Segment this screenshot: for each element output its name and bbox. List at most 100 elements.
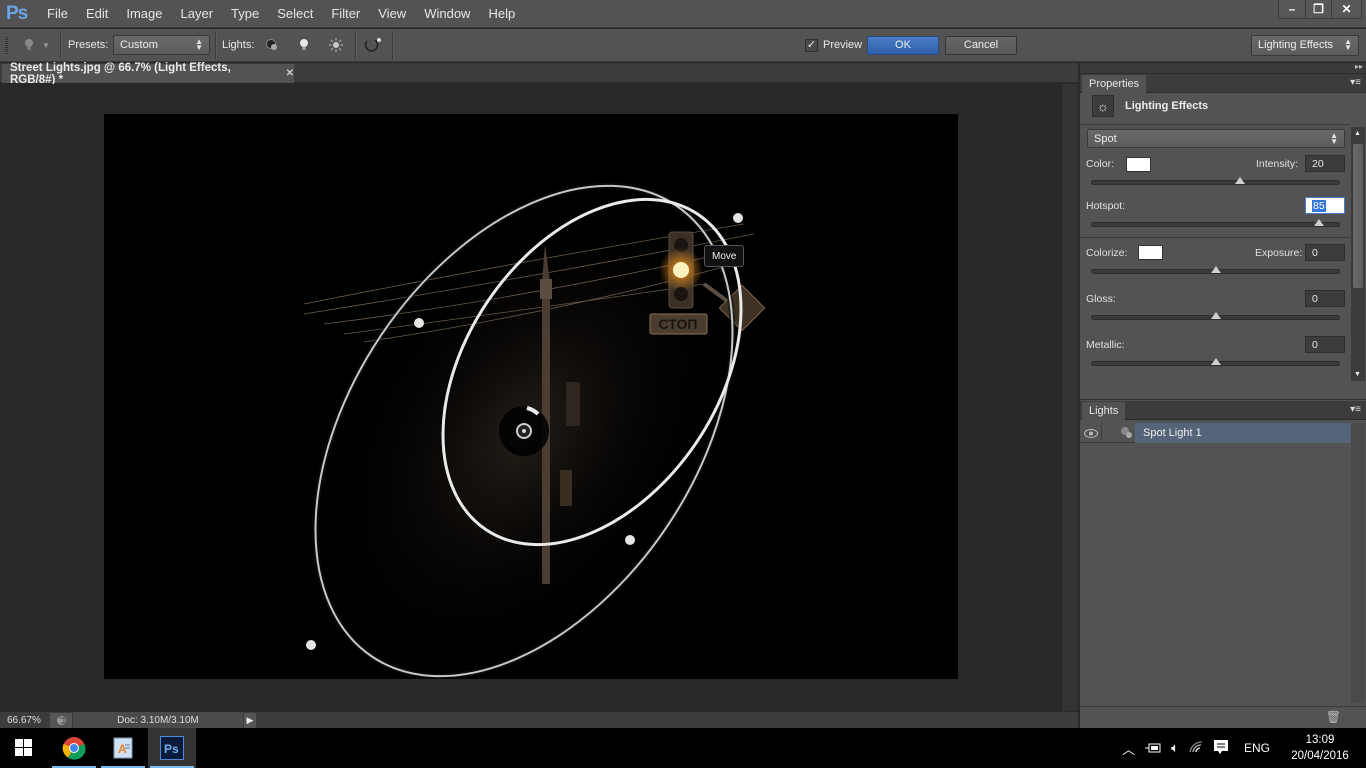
infinite-light-icon[interactable] [325, 34, 347, 56]
divider [392, 31, 393, 59]
hotspot-field[interactable]: 85 [1305, 197, 1345, 214]
system-tray: ︿ 🔈︎ ENG 13:09 20/04/2016 [1117, 728, 1366, 768]
canvas-scrollbar[interactable] [1062, 84, 1078, 711]
light-list-item[interactable]: Spot Light 1 [1080, 423, 1351, 443]
menu-filter[interactable]: Filter [322, 0, 369, 28]
close-button[interactable]: ✕ [1331, 0, 1361, 18]
show-hidden-icons-icon[interactable]: ︿ [1122, 739, 1135, 758]
wifi-icon[interactable] [1189, 740, 1203, 756]
secondary-traffic-light [566, 382, 580, 426]
photoshop-icon: Ps [160, 736, 184, 760]
scroll-down-icon[interactable]: ▼ [1354, 371, 1361, 378]
preview-label: Preview [823, 39, 863, 51]
document-tab-title: Street Lights.jpg @ 66.7% (Light Effects… [10, 61, 231, 86]
lightbulb-icon [18, 34, 40, 56]
ok-button[interactable]: OK [867, 35, 939, 55]
restore-button[interactable]: ❐ [1305, 0, 1331, 18]
intensity-slider[interactable] [1091, 177, 1340, 185]
options-bar-grip[interactable] [5, 37, 8, 54]
minimize-button[interactable]: – [1279, 0, 1305, 18]
trash-icon[interactable]: 🗑 [1326, 710, 1341, 724]
gloss-slider-thumb[interactable] [1210, 312, 1221, 319]
chrome-icon [62, 737, 86, 760]
hotspot-slider-thumb[interactable] [1314, 219, 1325, 226]
divider [1080, 124, 1350, 125]
taskbar-photoshop[interactable]: Ps [148, 728, 196, 768]
menu-window[interactable]: Window [415, 0, 479, 28]
metallic-field[interactable]: 0 [1305, 336, 1345, 353]
workspace-select[interactable]: Lighting Effects ▲ ▼ [1251, 34, 1359, 56]
scroll-up-icon[interactable]: ▲ [1354, 130, 1361, 137]
taskbar-wordpad[interactable]: A [99, 728, 147, 768]
presets-label: Presets: [68, 39, 109, 51]
zoom-level-field[interactable]: 66.67% [0, 712, 49, 728]
metallic-slider-thumb[interactable] [1210, 358, 1221, 365]
input-language[interactable]: ENG [1244, 741, 1270, 755]
hotspot-slider[interactable] [1091, 219, 1340, 227]
collapse-panels-icon[interactable]: ▸▸ [1355, 62, 1363, 71]
hotspot-value-selected: 85 [1312, 199, 1326, 212]
menu-layer[interactable]: Layer [172, 0, 223, 28]
panel-dock-header: ▸▸ [1080, 62, 1366, 74]
exposure-slider[interactable] [1091, 266, 1340, 274]
divider [1080, 237, 1350, 238]
presets-select[interactable]: Custom ▲ ▼ [113, 35, 210, 55]
tab-lights[interactable]: Lights [1082, 402, 1126, 420]
colorize-label: Colorize: [1086, 247, 1128, 259]
gloss-field[interactable]: 0 [1305, 290, 1345, 307]
light-color-swatch[interactable] [1126, 157, 1151, 172]
exposure-field[interactable]: 0 [1305, 244, 1345, 261]
clock-time: 13:09 [1305, 734, 1335, 746]
status-menu-arrow-icon[interactable]: ▶ [244, 713, 256, 728]
volume-icon[interactable]: 🔈︎ [1171, 740, 1179, 756]
metallic-slider[interactable] [1091, 358, 1340, 366]
document-info: Doc: 3.10M/3.10M [73, 712, 243, 728]
pole-bracket [540, 279, 552, 299]
spotlight-wash [319, 199, 729, 669]
point-light-icon[interactable] [261, 34, 283, 56]
properties-scrollbar[interactable]: ▲ ▼ [1351, 127, 1365, 381]
updown-arrows-icon: ▲ ▼ [195, 37, 203, 52]
menu-view[interactable]: View [369, 0, 415, 28]
preview-checkbox[interactable]: ✓ [805, 38, 818, 52]
document-profile-icon[interactable] [50, 713, 72, 728]
menu-type[interactable]: Type [222, 0, 268, 28]
spot-light-icon[interactable] [293, 34, 315, 56]
panel-menu-icon[interactable]: ▾≡ [1350, 404, 1361, 415]
intensity-slider-thumb[interactable] [1235, 177, 1246, 184]
divider [60, 31, 61, 59]
taskbar-chrome[interactable] [50, 728, 98, 768]
exposure-slider-thumb[interactable] [1210, 266, 1221, 273]
tool-preset-picker[interactable]: ▼ [18, 29, 50, 61]
start-button[interactable] [0, 728, 48, 768]
menu-select[interactable]: Select [268, 0, 322, 28]
close-tab-icon[interactable]: ✕ [286, 68, 294, 79]
document-image[interactable]: СТОП [104, 114, 958, 679]
menu-help[interactable]: Help [479, 0, 524, 28]
reset-light-icon[interactable] [362, 34, 384, 56]
properties-title: Lighting Effects [1125, 100, 1209, 112]
clock[interactable]: 13:09 20/04/2016 [1280, 732, 1360, 764]
lower-traffic-light [560, 470, 572, 506]
gloss-slider[interactable] [1091, 312, 1340, 320]
eye-visibility-icon[interactable] [1080, 423, 1102, 443]
menu-file[interactable]: File [38, 0, 77, 28]
panel-menu-icon[interactable]: ▾≡ [1350, 77, 1361, 88]
action-center-icon[interactable] [1213, 739, 1229, 758]
battery-icon[interactable] [1145, 741, 1161, 756]
lights-label: Lights: [222, 39, 255, 51]
color-label: Color: [1086, 158, 1115, 170]
document-tab[interactable]: Street Lights.jpg @ 66.7% (Light Effects… [2, 61, 294, 86]
colorize-swatch[interactable] [1138, 245, 1163, 260]
light-name: Spot Light 1 [1135, 423, 1351, 443]
scrollbar-thumb[interactable] [1353, 144, 1363, 288]
menu-image[interactable]: Image [117, 0, 171, 28]
tab-properties[interactable]: Properties [1082, 75, 1147, 93]
intensity-field[interactable]: 20 [1305, 155, 1345, 172]
presets-value: Custom [120, 39, 158, 51]
menu-edit[interactable]: Edit [77, 0, 117, 28]
lights-scrollbar[interactable] [1351, 423, 1365, 703]
show-desktop-button[interactable] [1360, 728, 1366, 768]
cancel-button[interactable]: Cancel [945, 35, 1017, 55]
light-type-select[interactable]: Spot ▲ ▼ [1087, 129, 1345, 148]
